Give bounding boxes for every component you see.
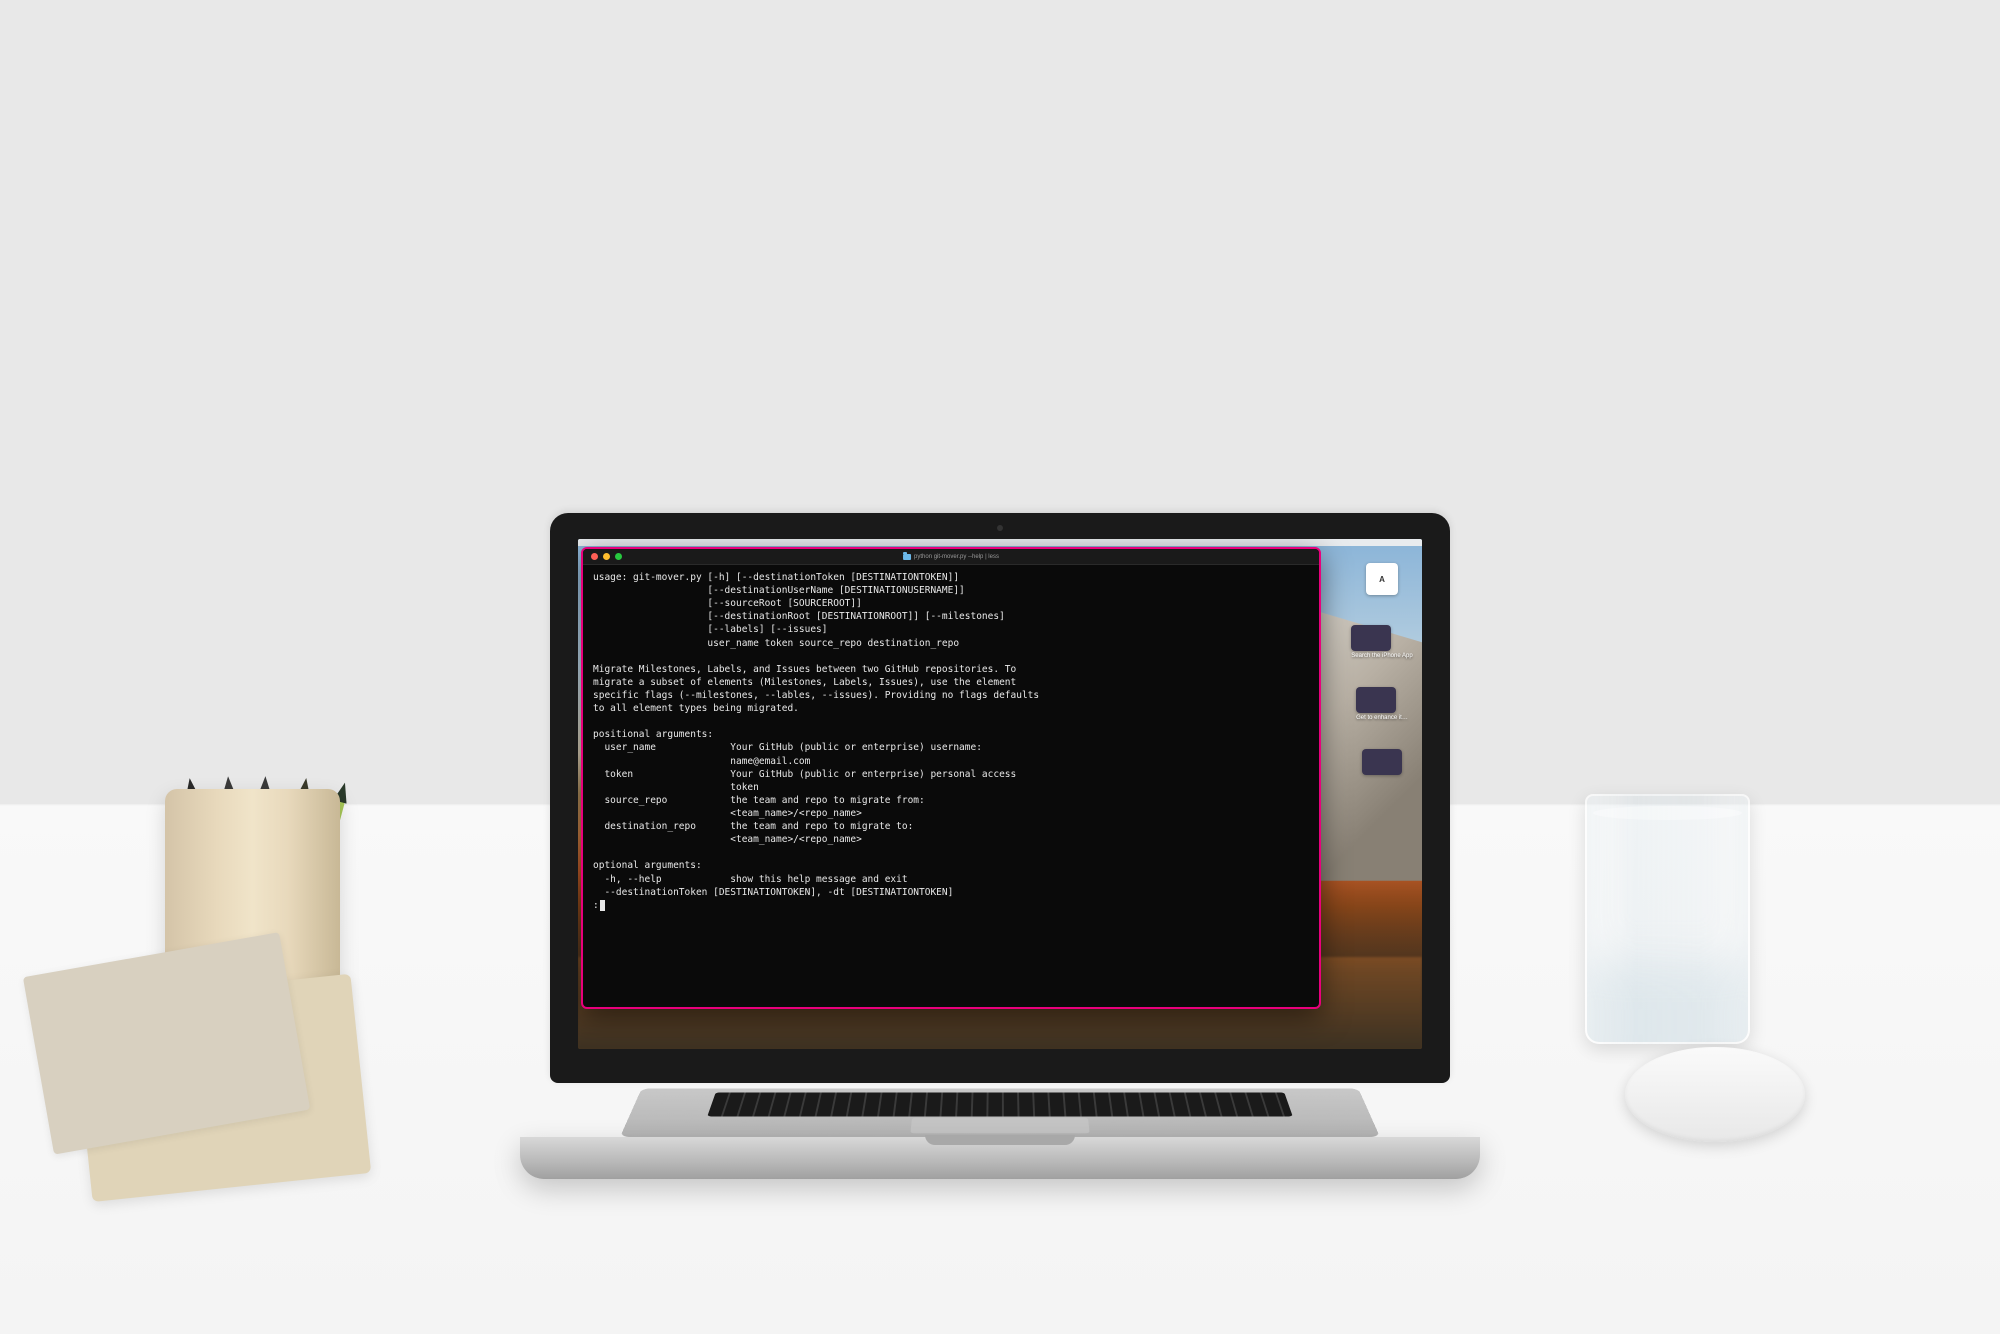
thumbnail-icon	[1362, 749, 1402, 775]
laptop: A Search the iPhone App Get to enhance i…	[520, 1137, 1480, 1179]
trackpad	[910, 1118, 1089, 1134]
minimize-icon[interactable]	[603, 553, 610, 560]
desktop-icon[interactable]: A	[1366, 563, 1398, 597]
desktop-icon-label: Get to enhance it…	[1356, 715, 1408, 721]
thumbnail-icon	[1356, 687, 1396, 713]
water-glass	[1585, 794, 1750, 1044]
file-icon: A	[1366, 563, 1398, 595]
desktop-icon[interactable]	[1362, 749, 1402, 777]
close-icon[interactable]	[591, 553, 598, 560]
folder-icon	[903, 554, 911, 560]
camera-icon	[997, 525, 1003, 531]
laptop-keyboard	[620, 1088, 1380, 1137]
maximize-icon[interactable]	[615, 553, 622, 560]
notebook	[29, 942, 391, 1206]
terminal-titlebar[interactable]: python git-mover.py --help | less	[583, 549, 1319, 565]
laptop-screen-frame: A Search the iPhone App Get to enhance i…	[550, 513, 1450, 1083]
desktop-icon-label: Search the iPhone App	[1351, 653, 1412, 659]
cursor-icon	[600, 900, 605, 911]
terminal-title: python git-mover.py --help | less	[903, 554, 999, 560]
thumbnail-icon	[1351, 625, 1391, 651]
laptop-base	[520, 1137, 1480, 1179]
terminal-prompt: :	[593, 900, 599, 911]
desktop-icon[interactable]: Get to enhance it…	[1356, 687, 1408, 721]
laptop-screen: A Search the iPhone App Get to enhance i…	[578, 539, 1422, 1049]
terminal-output: usage: git-mover.py [-h] [--destinationT…	[593, 572, 1039, 898]
terminal-window[interactable]: python git-mover.py --help | less usage:…	[581, 547, 1321, 1009]
mac-menubar[interactable]	[578, 539, 1422, 546]
desktop-icon[interactable]: Search the iPhone App	[1351, 625, 1412, 659]
desktop-icons: A Search the iPhone App Get to enhance i…	[1350, 563, 1414, 777]
apple-mouse	[1625, 1047, 1805, 1142]
terminal-title-text: python git-mover.py --help | less	[914, 554, 999, 560]
terminal-body[interactable]: usage: git-mover.py [-h] [--destinationT…	[583, 565, 1319, 1007]
